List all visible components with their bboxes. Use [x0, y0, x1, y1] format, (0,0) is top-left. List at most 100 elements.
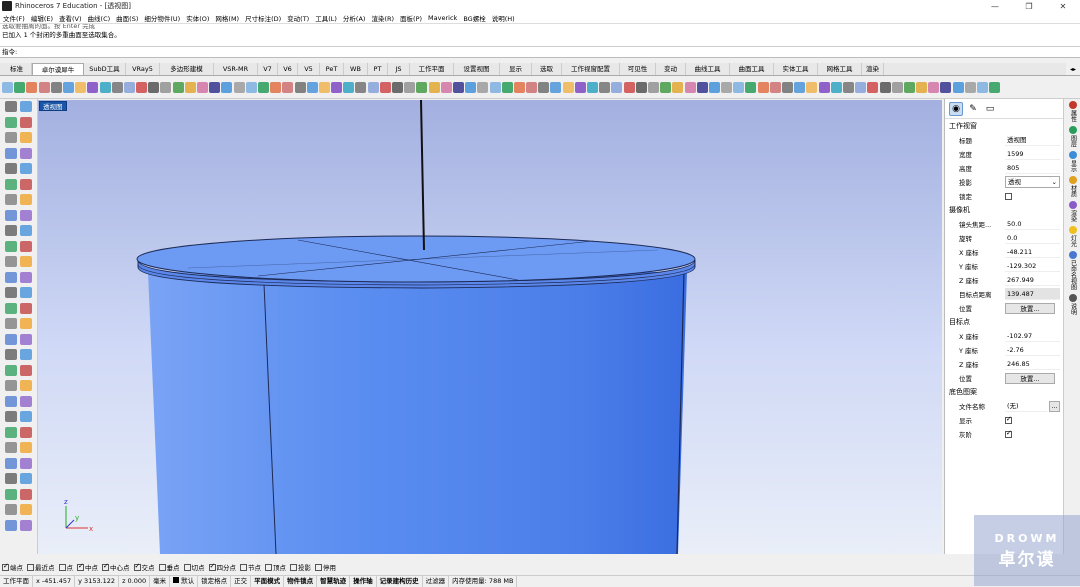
- toolbar-tool-icon[interactable]: [87, 82, 99, 93]
- toolbar-tool-icon[interactable]: [282, 82, 294, 93]
- left-tool-icon[interactable]: [5, 271, 17, 283]
- toolbar-tool-icon[interactable]: [916, 82, 928, 93]
- osnap-8[interactable]: 四分点: [208, 562, 236, 572]
- layer-indicator[interactable]: 默认: [170, 575, 199, 587]
- toolbar-tool-icon[interactable]: [440, 82, 452, 93]
- left-tool-icon[interactable]: [20, 364, 32, 376]
- status-toggle-2[interactable]: 平面模式: [251, 575, 285, 587]
- left-tool-icon[interactable]: [5, 209, 17, 221]
- toolbar-tool-icon[interactable]: [2, 82, 13, 93]
- toolbar-tool-icon[interactable]: [465, 82, 477, 93]
- left-tool-icon[interactable]: [5, 442, 17, 454]
- left-tool-icon[interactable]: [5, 101, 17, 113]
- toolbar-tool-icon[interactable]: [574, 82, 586, 93]
- toolbar-tool-icon[interactable]: [294, 82, 306, 93]
- left-tool-icon[interactable]: [20, 163, 32, 175]
- panel-tab-3[interactable]: 材质: [1065, 176, 1080, 197]
- toolbar-tool-icon[interactable]: [903, 82, 915, 93]
- target-z-field[interactable]: 246.85: [1005, 358, 1060, 370]
- osnap-6[interactable]: 垂点: [158, 562, 180, 572]
- toolbar-tool-icon[interactable]: [50, 82, 62, 93]
- show-checkbox[interactable]: [1005, 415, 1012, 424]
- rotation-field[interactable]: 0.0: [1005, 232, 1060, 244]
- toolbar-tool-icon[interactable]: [708, 82, 720, 93]
- left-tool-icon[interactable]: [5, 318, 17, 330]
- toolbar-tool-icon[interactable]: [38, 82, 50, 93]
- toolbar-tool-icon[interactable]: [136, 82, 148, 93]
- toolbar-tool-icon[interactable]: [635, 82, 647, 93]
- left-tool-icon[interactable]: [5, 147, 17, 159]
- toolbar-tool-icon[interactable]: [270, 82, 282, 93]
- menu-item[interactable]: 细分物件(U): [144, 13, 180, 23]
- rectangle-icon[interactable]: ▭: [983, 102, 997, 116]
- toolbar-tool-icon[interactable]: [404, 82, 416, 93]
- left-tool-icon[interactable]: [20, 519, 32, 531]
- toolbar-tool-icon[interactable]: [855, 82, 867, 93]
- toolbar-tool-icon[interactable]: [696, 82, 708, 93]
- left-tool-icon[interactable]: [5, 426, 17, 438]
- left-tool-icon[interactable]: [20, 411, 32, 423]
- tab-13[interactable]: 工作平面: [410, 63, 454, 75]
- toolbar-tool-icon[interactable]: [928, 82, 940, 93]
- tab-17[interactable]: 工作视窗配置: [562, 63, 620, 75]
- toolbar-tool-icon[interactable]: [733, 82, 745, 93]
- menu-item[interactable]: 说明(H): [492, 13, 515, 23]
- left-tool-icon[interactable]: [5, 473, 17, 485]
- left-tool-icon[interactable]: [20, 504, 32, 516]
- left-tool-icon[interactable]: [5, 163, 17, 175]
- menu-item[interactable]: 渲染(R): [371, 13, 394, 23]
- left-tool-icon[interactable]: [20, 457, 32, 469]
- tab-16[interactable]: 选取: [532, 63, 562, 75]
- toolbar-tool-icon[interactable]: [148, 82, 160, 93]
- browse-button[interactable]: …: [1049, 400, 1060, 412]
- status-toggle-7[interactable]: 过滤器: [423, 575, 450, 587]
- tab-12[interactable]: JS: [388, 63, 410, 75]
- toolbar-tool-icon[interactable]: [562, 82, 574, 93]
- tab-11[interactable]: PT: [368, 63, 388, 75]
- toolbar-tool-icon[interactable]: [879, 82, 891, 93]
- toolbar-tool-icon[interactable]: [221, 82, 233, 93]
- target-x-field[interactable]: -102.97: [1005, 330, 1060, 342]
- left-tool-icon[interactable]: [5, 519, 17, 531]
- toolbar-tool-icon[interactable]: [160, 82, 172, 93]
- left-tool-icon[interactable]: [20, 256, 32, 268]
- tab-3[interactable]: VRay5: [126, 63, 160, 75]
- height-field[interactable]: 805: [1005, 162, 1060, 174]
- toolbar-tool-icon[interactable]: [428, 82, 440, 93]
- toolbar-tool-icon[interactable]: [123, 82, 135, 93]
- left-tool-icon[interactable]: [5, 380, 17, 392]
- tab-scroll-arrows[interactable]: ◂▸: [1066, 63, 1080, 75]
- toolbar-tool-icon[interactable]: [452, 82, 464, 93]
- menu-item[interactable]: 分析(A): [343, 13, 366, 23]
- left-tool-icon[interactable]: [5, 132, 17, 144]
- osnap-11[interactable]: 投影: [290, 562, 311, 572]
- left-tool-icon[interactable]: [20, 318, 32, 330]
- toolbar-tool-icon[interactable]: [367, 82, 379, 93]
- menu-item[interactable]: 文件(F): [3, 13, 25, 23]
- toolbar-tool-icon[interactable]: [599, 82, 611, 93]
- tab-6[interactable]: V7: [258, 63, 278, 75]
- left-tool-icon[interactable]: [20, 442, 32, 454]
- tab-0[interactable]: 标准: [2, 63, 32, 75]
- toolbar-tool-icon[interactable]: [842, 82, 854, 93]
- menu-item[interactable]: 工具(L): [315, 13, 337, 23]
- toolbar-tool-icon[interactable]: [538, 82, 550, 93]
- toolbar-tool-icon[interactable]: [745, 82, 757, 93]
- status-toggle-6[interactable]: 记录建构历史: [377, 575, 423, 587]
- toolbar-tool-icon[interactable]: [197, 82, 208, 93]
- status-toggle-3[interactable]: 物件锁点: [284, 575, 318, 587]
- tab-23[interactable]: 网格工具: [818, 63, 862, 75]
- perspective-viewport[interactable]: z y x 透视图: [38, 100, 942, 554]
- camera-x-field[interactable]: -48.211: [1005, 246, 1060, 258]
- status-toggle-4[interactable]: 智慧轨迹: [317, 575, 351, 587]
- toolbar-tool-icon[interactable]: [318, 82, 330, 93]
- osnap-9[interactable]: 节点: [240, 562, 261, 572]
- toolbar-tool-icon[interactable]: [977, 82, 988, 93]
- toolbar-tool-icon[interactable]: [964, 82, 976, 93]
- left-tool-icon[interactable]: [20, 333, 32, 345]
- tab-8[interactable]: V5: [298, 63, 320, 75]
- panel-tab-7[interactable]: 说明: [1065, 294, 1080, 315]
- left-tool-icon[interactable]: [5, 411, 17, 423]
- toolbar-tool-icon[interactable]: [952, 82, 964, 93]
- toolbar-tool-icon[interactable]: [111, 82, 123, 93]
